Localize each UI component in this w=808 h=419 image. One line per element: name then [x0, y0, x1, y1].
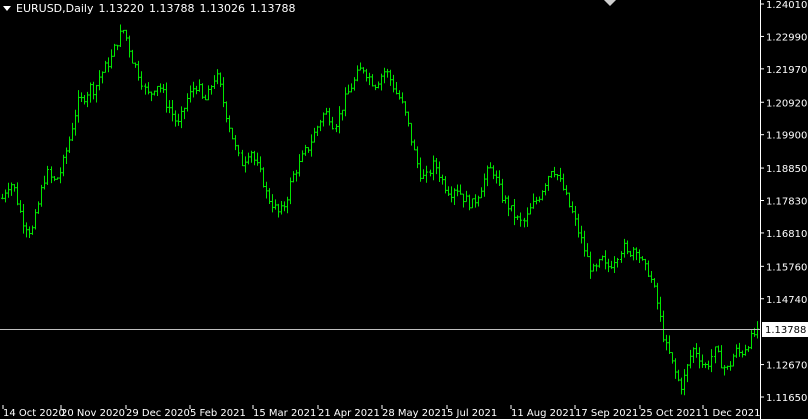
- x-tick-label: 15 Mar 2021: [253, 408, 316, 419]
- x-tick-label: 29 Dec 2020: [126, 408, 190, 419]
- chart-info-bar: EURUSD,Daily 1.13220 1.13788 1.13026 1.1…: [3, 2, 295, 15]
- x-tick-label: 5 Feb 2021: [190, 408, 246, 419]
- y-tick-label: 1.14740: [766, 295, 807, 306]
- high-value: 1.13788: [148, 2, 195, 15]
- x-tick-label: 17 Sep 2021: [575, 408, 638, 419]
- chart-background: [0, 0, 808, 419]
- x-tick-label: 1 Dec 2021: [703, 408, 761, 419]
- y-tick-label: 1.20920: [766, 98, 807, 109]
- y-tick-label: 1.11650: [766, 393, 807, 404]
- y-tick-label: 1.18850: [766, 164, 807, 175]
- close-value: 1.13788: [249, 2, 296, 15]
- symbol-label: EURUSD,Daily: [16, 2, 94, 15]
- x-tick-label: 5 Jul 2021: [447, 408, 497, 419]
- y-tick-label: 1.19900: [766, 131, 807, 142]
- x-axis-ticks: 14 Oct 202020 Nov 2020 29 Dec 2020 5 Feb 2…: [2, 405, 761, 419]
- y-tick-label: 1.15760: [766, 262, 807, 273]
- x-tick-label: 21 Apr 2021: [318, 408, 380, 419]
- x-tick-label: 14 Oct 2020: [3, 408, 65, 419]
- dropdown-triangle-icon[interactable]: [3, 6, 11, 11]
- x-tick-label: 25 Oct 2021: [640, 408, 702, 419]
- open-value: 1.13220: [98, 2, 144, 15]
- y-tick-label: 1.17830: [766, 197, 807, 208]
- price-chart[interactable]: 1.24010 1.22990 1.21970 1.20920 1.19900 1.188…: [0, 0, 808, 419]
- y-tick-label: 1.12670: [766, 361, 807, 372]
- x-tick-label: 28 May 2021: [382, 408, 447, 419]
- x-tick-label: 11 Aug 2021: [511, 408, 575, 419]
- y-tick-label: 1.22990: [766, 32, 807, 43]
- low-value: 1.13026: [199, 2, 245, 15]
- y-tick-label: 1.21970: [766, 65, 807, 76]
- y-tick-label: 1.24010: [766, 0, 807, 11]
- current-price-tag: 1.13788: [762, 322, 808, 337]
- x-tick-label: 20 Nov 2020: [61, 408, 125, 419]
- current-price-label: 1.13788: [765, 325, 806, 336]
- y-tick-label: 1.16810: [766, 229, 807, 240]
